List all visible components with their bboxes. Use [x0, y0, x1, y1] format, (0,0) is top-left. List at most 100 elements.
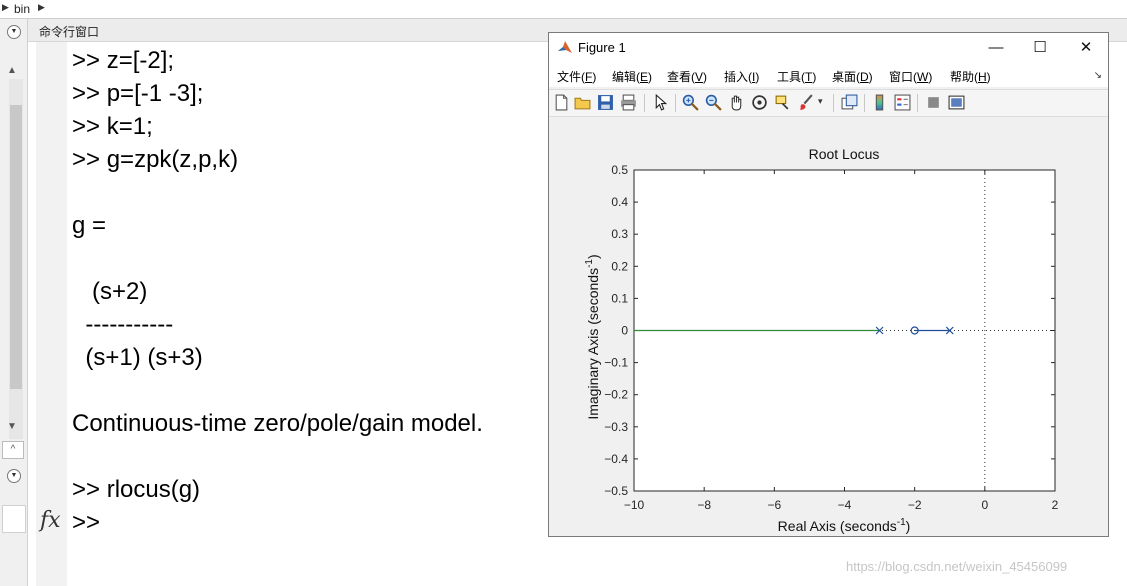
command-line — [72, 176, 483, 209]
command-output[interactable]: >> z=[-2]; >> p=[-1 -3]; >> k=1; >> g=zpk(z… — [72, 44, 483, 539]
link-plot-icon[interactable] — [841, 94, 858, 111]
command-line: (s+1) (s+3) — [72, 344, 203, 371]
command-line: >> z=[-2]; — [72, 47, 175, 74]
nav-arrow-icon[interactable]: ▶ — [2, 2, 9, 13]
menu-overflow-icon[interactable]: ↘ — [1094, 70, 1102, 81]
menu-item-label-close: ) — [592, 70, 597, 84]
command-line: >> g=zpk(z,p,k) — [72, 146, 239, 173]
menu-item[interactable]: 工具(T) — [777, 68, 816, 85]
brush-dropdown-icon[interactable]: ▾ — [818, 96, 823, 107]
menu-item-label: 插入( — [724, 70, 752, 84]
menu-item[interactable]: 帮助(H) — [950, 68, 991, 85]
menu-item[interactable]: 窗口(W) — [889, 68, 932, 85]
dock-icon[interactable] — [948, 94, 965, 111]
panel-menu-icon[interactable]: ▼ — [7, 469, 21, 483]
root-locus-chart[interactable]: Root Locus −10 −8 −6 −4 −2 0 2 0.5 0.4 0.3 0.2 0.1 0… — [549, 117, 1108, 536]
x-tick-label: −4 — [838, 498, 852, 512]
colorbar-icon[interactable] — [871, 94, 888, 111]
y-tick-label: 0 — [621, 324, 628, 338]
y-tick-label: 0.5 — [611, 163, 628, 177]
toolbar-separator — [917, 94, 918, 112]
panel-menu-icon[interactable]: ▼ — [7, 25, 21, 39]
command-window-title: 命令行窗口 — [39, 25, 100, 39]
data-cursor-icon[interactable] — [774, 94, 791, 111]
x-tick-label: −10 — [624, 498, 645, 512]
legend-icon[interactable] — [894, 94, 911, 111]
menu-item-label: 桌面( — [832, 70, 860, 84]
scroll-down-icon[interactable]: ▼ — [2, 419, 22, 435]
menu-item-label-close: ) — [812, 70, 817, 84]
expand-panel-icon[interactable]: ^ — [2, 441, 24, 459]
maximize-icon[interactable]: ☐ — [1025, 37, 1055, 59]
print-icon[interactable] — [620, 94, 637, 111]
fx-icon[interactable]: fx — [40, 508, 61, 533]
command-line: ----------- — [72, 311, 174, 338]
command-line: g = — [72, 212, 107, 239]
command-line — [72, 242, 483, 275]
toolbar-separator — [644, 94, 645, 112]
open-icon[interactable] — [574, 94, 591, 111]
minimize-icon[interactable]: — — [981, 37, 1011, 59]
x-tick-label: −8 — [697, 498, 711, 512]
matlab-logo-icon — [558, 41, 572, 53]
path-bar: ▶ bin ▶ — [0, 0, 1127, 19]
menu-item[interactable]: 插入(I) — [724, 68, 759, 85]
menu-item-label: 查看( — [667, 70, 695, 84]
y-tick-label: 0.4 — [611, 195, 628, 209]
menu-item-label: 窗口( — [889, 70, 917, 84]
y-tick-label: −0.2 — [604, 388, 628, 402]
menu-item-label: 文件( — [557, 70, 585, 84]
hide-tools-icon[interactable] — [925, 94, 942, 111]
figure-titlebar[interactable]: Figure 1 — ☐ ✕ — [549, 33, 1108, 63]
chevron-right-icon[interactable]: ▶ — [38, 2, 45, 13]
toolbar-separator — [864, 94, 865, 112]
left-dock-panel: ▼ ▲ ▼ ^ ▼ — [0, 19, 28, 586]
zoom-in-icon[interactable] — [682, 94, 699, 111]
menu-item[interactable]: 文件(F) — [557, 68, 596, 85]
y-tick-label: −0.1 — [604, 356, 628, 370]
chart-title: Root Locus — [809, 146, 880, 162]
watermark-text: https://blog.csdn.net/weixin_45456099 — [846, 559, 1068, 574]
figure-toolbar: ▾ — [549, 89, 1108, 117]
figure-window[interactable]: Figure 1 — ☐ ✕ ↘ 文件(F) 编辑(E) 查看(V) 插入(I) 工具(… — [548, 32, 1109, 537]
menu-item[interactable]: 桌面(D) — [832, 68, 873, 85]
menu-item-label: 编辑( — [612, 70, 640, 84]
toolbar-separator — [833, 94, 834, 112]
command-line: (s+2) — [72, 278, 148, 305]
x-axis-label: Real Axis (seconds-1) — [778, 517, 911, 534]
command-line: >> p=[-1 -3]; — [72, 80, 204, 107]
pan-icon[interactable] — [728, 94, 745, 111]
command-line: >> rlocus(g) — [72, 476, 201, 503]
command-line — [72, 440, 483, 473]
menu-item-accelerator: V — [695, 70, 704, 84]
command-line: >> — [72, 509, 107, 536]
menu-item[interactable]: 查看(V) — [667, 68, 707, 85]
workspace-panel[interactable] — [2, 505, 26, 533]
command-line: >> k=1; — [72, 113, 153, 140]
new-figure-icon[interactable] — [553, 94, 570, 111]
menu-item-label: 帮助( — [950, 70, 978, 84]
scroll-up-icon[interactable]: ▲ — [2, 63, 22, 79]
menu-item[interactable]: 编辑(E) — [612, 68, 652, 85]
toolbar-separator — [675, 94, 676, 112]
scrollbar-thumb[interactable] — [10, 105, 22, 389]
menu-item-label-close: ) — [986, 70, 991, 84]
save-icon[interactable] — [597, 94, 614, 111]
pointer-icon[interactable] — [652, 94, 669, 111]
y-tick-label: −0.4 — [604, 452, 628, 466]
command-line: Continuous-time zero/pole/gain model. — [72, 410, 483, 437]
rotate-icon[interactable] — [751, 94, 768, 111]
brush-icon[interactable] — [798, 94, 815, 111]
y-axis-label: Imaginary Axis (seconds-1) — [584, 254, 601, 419]
close-icon[interactable]: ✕ — [1071, 37, 1101, 59]
zoom-out-icon[interactable] — [705, 94, 722, 111]
figure-menubar: ↘ 文件(F) 编辑(E) 查看(V) 插入(I) 工具(T) 桌面(D) 窗口(W) 帮助(… — [549, 63, 1108, 87]
menu-item-label-close: ) — [755, 70, 760, 84]
x-tick-label: −6 — [767, 498, 781, 512]
command-gutter — [36, 42, 67, 586]
plot-area[interactable]: Root Locus −10 −8 −6 −4 −2 0 2 0.5 0.4 0.3 0.2 0.1 0… — [549, 117, 1108, 536]
x-tick-label: 2 — [1052, 498, 1059, 512]
y-tick-label: 0.3 — [611, 227, 628, 241]
path-crumb[interactable]: bin — [14, 2, 30, 16]
menu-item-label-close: ) — [648, 70, 653, 84]
